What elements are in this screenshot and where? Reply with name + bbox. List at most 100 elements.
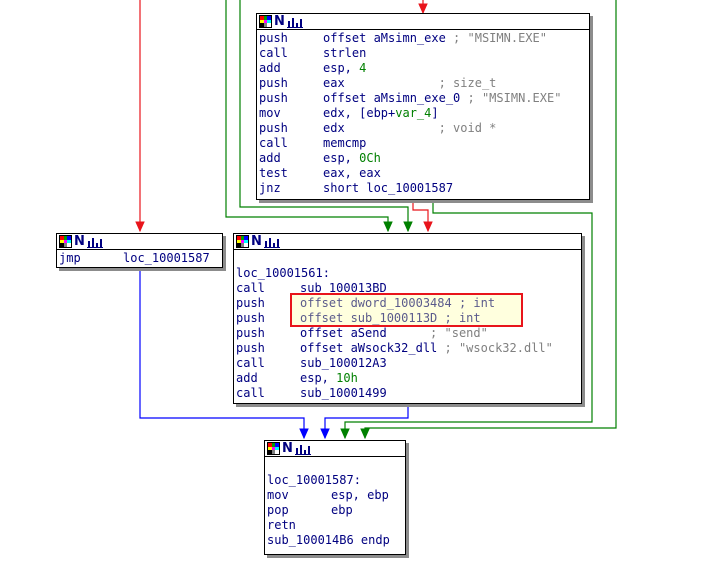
mnemonic: call	[259, 136, 288, 150]
operand: esp,	[323, 151, 360, 165]
color-grid-icon[interactable]	[236, 235, 249, 248]
code-label: loc_10001561:	[236, 266, 579, 281]
code-line: push edx ; void *	[259, 121, 587, 136]
operand: offset aMsimn_exe	[323, 31, 446, 45]
node-left-block[interactable]: N jmp loc_10001587	[56, 233, 223, 268]
edge-blue-mid-to-bottom	[320, 403, 409, 440]
number: 10h	[336, 371, 358, 385]
code-line: retn	[267, 518, 403, 533]
color-grid-icon[interactable]	[59, 235, 72, 248]
operand: short loc_10001587	[323, 181, 454, 195]
code-line: mov edx, [ebp+ var_4]	[259, 106, 587, 121]
mnemonic: call	[236, 356, 265, 370]
operand: esp, ebp	[331, 488, 389, 502]
mnemonic: push	[236, 341, 265, 355]
code-line: add esp, 10h	[236, 371, 579, 386]
color-grid-icon[interactable]	[259, 15, 272, 28]
operand: loc_10001587	[123, 251, 210, 265]
code-line: jnz short loc_10001587	[259, 181, 587, 196]
node-top-block[interactable]: N push offset aMsimn_exe ; "MSIMN.EXE" cal…	[256, 13, 590, 200]
operand: esp,	[300, 371, 337, 385]
bar-graph-icon[interactable]	[287, 15, 303, 28]
operand: sub_100012A3	[300, 356, 387, 370]
code-line: add esp, 4	[259, 61, 587, 76]
comment: ; "MSIMN.EXE"	[445, 31, 547, 45]
operand: offset aWsock32_dll	[300, 341, 438, 355]
code-line: push offset aSend ; "send"	[236, 326, 579, 341]
mnemonic: mov	[259, 106, 281, 120]
code-line: call sub_100012A3	[236, 356, 579, 371]
mnemonic: pop	[267, 503, 289, 517]
operand: memcmp	[323, 136, 367, 150]
operand: offset aMsimn_exe_0	[323, 91, 461, 105]
mnemonic: call	[259, 46, 288, 60]
node-header: N	[234, 234, 581, 250]
node-bottom-block[interactable]: N loc_10001587: mov esp, ebp pop ebp retn sub_…	[264, 440, 406, 555]
node-header: N	[265, 441, 405, 457]
operand: esp,	[323, 61, 360, 75]
mnemonic: push	[259, 91, 288, 105]
number: 0Ch	[359, 151, 381, 165]
label-text: loc_10001587:	[267, 473, 361, 487]
label-text: loc_10001561:	[236, 266, 330, 280]
mnemonic: push	[259, 121, 288, 135]
n-letter-icon[interactable]: N	[274, 15, 285, 28]
code-line: jmp loc_10001587	[59, 251, 220, 266]
node-body: jmp loc_10001587	[57, 250, 222, 266]
mnemonic: add	[236, 371, 258, 385]
mnemonic: call	[236, 386, 265, 400]
code-line: push offset aMsimn_exe_0 ; "MSIMN.EXE"	[259, 91, 587, 106]
bar-graph-icon[interactable]	[264, 235, 280, 248]
mnemonic: add	[259, 151, 281, 165]
n-letter-icon[interactable]: N	[74, 235, 85, 248]
variable: var_4	[395, 106, 432, 120]
operand-tail: ]	[431, 106, 439, 120]
comment: ; "send"	[386, 326, 488, 340]
number: 4	[359, 61, 367, 75]
code-label: loc_10001587:	[267, 473, 403, 488]
highlight-box	[290, 293, 523, 327]
operand: ebp	[331, 503, 353, 517]
color-grid-icon[interactable]	[267, 442, 280, 455]
code-line: call sub_10001499	[236, 386, 579, 401]
edge-red-to-mid	[412, 199, 433, 233]
n-letter-icon[interactable]: N	[251, 235, 262, 248]
comment: ; "MSIMN.EXE"	[460, 91, 562, 105]
mnemonic: jnz	[259, 181, 281, 195]
mnemonic: mov	[267, 488, 289, 502]
operand: eax, eax	[323, 166, 381, 180]
n-letter-icon[interactable]: N	[282, 442, 293, 455]
bar-graph-icon[interactable]	[295, 442, 311, 455]
code-line: test eax, eax	[259, 166, 587, 181]
comment: ; size_t	[344, 76, 497, 90]
mnemonic: test	[259, 166, 288, 180]
mnemonic: push	[236, 326, 265, 340]
code-line: call strlen	[259, 46, 587, 61]
code-line: pop ebp	[267, 503, 403, 518]
endp-line: sub_100014B6 endp	[267, 533, 403, 548]
operand: sub_10001499	[300, 386, 387, 400]
code-line: mov esp, ebp	[267, 488, 403, 503]
bar-graph-icon[interactable]	[87, 235, 103, 248]
mnemonic: retn	[267, 518, 296, 532]
code-line: push eax ; size_t	[259, 76, 587, 91]
node-header: N	[57, 234, 222, 250]
comment: ; void *	[344, 121, 497, 135]
operand: offset aSend	[300, 326, 387, 340]
operand: strlen	[323, 46, 367, 60]
comment: ; "wsock32.dll"	[437, 341, 553, 355]
operand: eax	[323, 76, 345, 90]
mnemonic: add	[259, 61, 281, 75]
node-header: N	[257, 14, 589, 30]
code-line: call memcmp	[259, 136, 587, 151]
code-line: push offset aWsock32_dll ; "wsock32.dll"	[236, 341, 579, 356]
mnemonic: jmp	[59, 251, 81, 265]
endp-text: sub_100014B6 endp	[267, 533, 390, 547]
mnemonic: push	[259, 31, 288, 45]
code-line: push offset aMsimn_exe ; "MSIMN.EXE"	[259, 31, 587, 46]
node-body: loc_10001587: mov esp, ebp pop ebp retn sub_10…	[265, 457, 405, 548]
code-line: add esp, 0Ch	[259, 151, 587, 166]
node-body: push offset aMsimn_exe ; "MSIMN.EXE" call s…	[257, 30, 589, 196]
operand: edx	[323, 121, 345, 135]
